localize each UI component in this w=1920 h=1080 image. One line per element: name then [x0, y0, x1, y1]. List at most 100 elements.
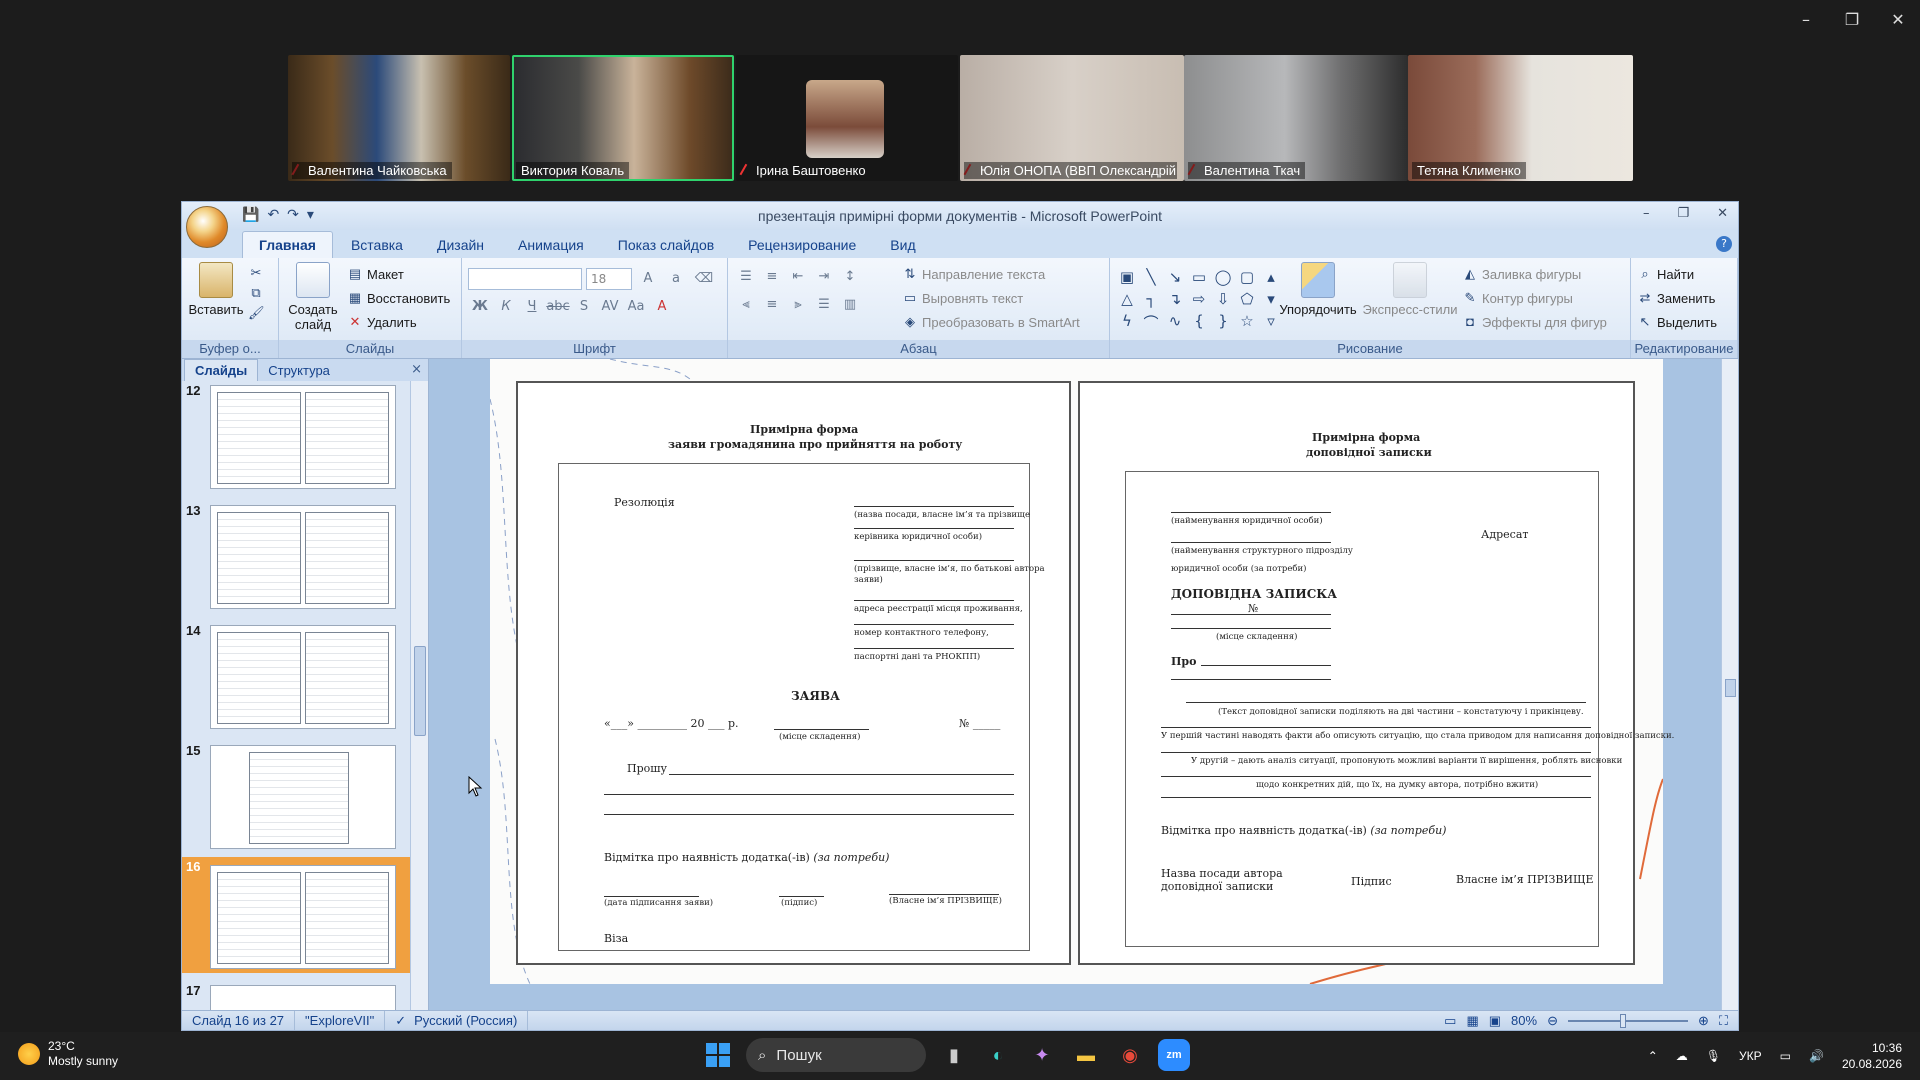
volume-icon[interactable]: 🔊 — [1809, 1049, 1824, 1063]
right-arrow-shape-icon[interactable]: ⇨ — [1188, 290, 1210, 308]
slideshow-view-icon[interactable]: ▣ — [1489, 1013, 1501, 1029]
panel-scrollbar[interactable] — [410, 381, 428, 1010]
align-center-icon[interactable]: ≡ — [760, 294, 784, 316]
scroll-thumb[interactable] — [414, 646, 426, 736]
canvas-scrollbar[interactable] — [1721, 359, 1738, 1010]
sorter-view-icon[interactable]: ▦ — [1466, 1013, 1478, 1029]
weather-widget[interactable]: 23°C Mostly sunny — [18, 1039, 118, 1069]
tab-home[interactable]: Главная — [242, 231, 333, 258]
left-brace-shape-icon[interactable]: { — [1188, 312, 1210, 333]
spacing-icon[interactable]: AV — [598, 296, 622, 318]
close-button[interactable]: ✕ — [1890, 10, 1906, 29]
video-tile-active-speaker[interactable]: Виктория Коваль — [512, 55, 734, 181]
curve-shape-icon[interactable]: ∿ — [1164, 312, 1186, 333]
tab-outline[interactable]: Структура — [258, 360, 340, 381]
textbox-shape-icon[interactable]: ▣ — [1116, 268, 1138, 286]
clock[interactable]: 10:36 20.08.2026 — [1842, 1040, 1902, 1072]
line-shape-icon[interactable]: ╲ — [1140, 268, 1162, 286]
select-button[interactable]: ↖ Выделить — [1637, 310, 1731, 334]
panel-close-icon[interactable]: × — [411, 362, 422, 377]
justify-icon[interactable]: ☰ — [812, 294, 836, 316]
chrome-icon[interactable]: ◉ — [1114, 1039, 1146, 1071]
bullets-icon[interactable]: ☰ — [734, 266, 758, 288]
slide-thumbnail[interactable]: 12 — [182, 381, 410, 489]
numbering-icon[interactable]: ≡ — [760, 266, 784, 288]
cut-icon[interactable]: ✂ — [248, 266, 264, 282]
arc-shape-icon[interactable]: ⌒ — [1140, 312, 1162, 333]
video-tile[interactable]: Валентина Чайковська — [288, 55, 510, 181]
language-indicator[interactable]: ✓ Русский (Россия) — [385, 1011, 529, 1030]
video-tile[interactable]: Валентина Ткач — [1184, 55, 1408, 181]
align-left-icon[interactable]: ⫷ — [734, 294, 758, 316]
ppt-restore-button[interactable]: ❐ — [1677, 206, 1689, 221]
file-explorer-icon[interactable]: ▬ — [1070, 1039, 1102, 1071]
italic-icon[interactable]: К — [494, 296, 518, 318]
oval-shape-icon[interactable]: ◯ — [1212, 268, 1234, 286]
customize-qat-icon[interactable]: ▾ — [307, 207, 314, 223]
chevron-up-icon[interactable]: ⌃ — [1648, 1049, 1658, 1063]
smartart-button[interactable]: ◈ Преобразовать в SmartArt — [902, 310, 1080, 334]
zoom-in-icon[interactable]: ⊕ — [1698, 1013, 1709, 1029]
minimize-button[interactable]: – — [1798, 10, 1814, 29]
office-button[interactable] — [186, 206, 228, 248]
align-right-icon[interactable]: ⫸ — [786, 294, 810, 316]
rectangle-shape-icon[interactable]: ▭ — [1188, 268, 1210, 286]
down-arrow-shape-icon[interactable]: ⇩ — [1212, 290, 1234, 308]
copy-icon[interactable]: ⧉ — [248, 286, 264, 302]
right-brace-shape-icon[interactable]: } — [1212, 312, 1234, 333]
bold-icon[interactable]: Ж — [468, 296, 492, 318]
taskbar-search[interactable]: ⌕ Пошук — [746, 1038, 926, 1072]
slide-thumbnail[interactable]: 13 — [182, 501, 410, 609]
zoom-slider[interactable] — [1567, 1013, 1688, 1028]
format-painter-icon[interactable]: 🖌 — [248, 306, 265, 322]
arrange-button[interactable]: Упорядочить — [1276, 262, 1360, 317]
slide-canvas[interactable]: Примірна форма заяви громадянина про при… — [429, 359, 1738, 1010]
redo-icon[interactable]: ↷ — [287, 207, 299, 223]
ppt-minimize-button[interactable]: – — [1643, 206, 1650, 221]
font-name-select[interactable] — [468, 268, 582, 290]
edge-icon[interactable]: ◐ — [982, 1039, 1014, 1071]
restore-button[interactable]: ❐ — [1844, 10, 1860, 29]
find-button[interactable]: ⌕ Найти — [1637, 262, 1731, 286]
zoom-knob[interactable] — [1619, 1013, 1626, 1028]
replace-button[interactable]: ⇄ Заменить — [1637, 286, 1731, 310]
zoom-level[interactable]: 80% — [1511, 1013, 1537, 1028]
microphone-icon[interactable]: 🎙 — [1706, 1049, 1721, 1063]
task-view-icon[interactable]: ▮ — [938, 1039, 970, 1071]
lightning-shape-icon[interactable]: ϟ — [1116, 312, 1138, 333]
layout-button[interactable]: ▤ Макет — [347, 262, 450, 286]
strikethrough-icon[interactable]: abc — [546, 296, 570, 318]
triangle-shape-icon[interactable]: △ — [1116, 290, 1138, 308]
pentagon-shape-icon[interactable]: ⬠ — [1236, 290, 1258, 308]
decrease-indent-icon[interactable]: ⇤ — [786, 266, 810, 288]
fit-window-icon[interactable]: ⛶ — [1719, 1013, 1728, 1029]
case-icon[interactable]: Aa — [624, 296, 648, 318]
quick-styles-button[interactable]: Экспресс-стили — [1362, 262, 1458, 317]
video-tile[interactable]: Ірина Баштовенко — [736, 55, 958, 181]
arrow-line-shape-icon[interactable]: ↘ — [1164, 268, 1186, 286]
zoom-app-icon[interactable]: zm — [1158, 1039, 1190, 1071]
save-icon[interactable]: 💾 — [242, 207, 259, 223]
language-indicator[interactable]: УКР — [1739, 1049, 1762, 1063]
reset-button[interactable]: ▦ Восстановить — [347, 286, 450, 310]
delete-slide-button[interactable]: ✕ Удалить — [347, 310, 450, 334]
undo-icon[interactable]: ↶ — [267, 207, 279, 223]
tab-animation[interactable]: Анимация — [502, 232, 600, 258]
slide-thumbnail[interactable]: 14 — [182, 621, 410, 729]
grow-font-icon[interactable]: A — [636, 268, 660, 290]
columns-icon[interactable]: ▥ — [838, 294, 862, 316]
zoom-out-icon[interactable]: ⊖ — [1547, 1013, 1558, 1029]
tab-view[interactable]: Вид — [874, 232, 931, 258]
tab-insert[interactable]: Вставка — [335, 232, 419, 258]
star-shape-icon[interactable]: ☆ — [1236, 312, 1258, 333]
help-icon[interactable]: ? — [1716, 236, 1732, 252]
slide-thumbnail[interactable]: 15 — [182, 741, 410, 849]
shrink-font-icon[interactable]: a — [664, 268, 688, 290]
tab-slides[interactable]: Слайды — [184, 359, 259, 381]
network-icon[interactable]: ▭ — [1780, 1049, 1791, 1063]
shadow-icon[interactable]: S — [572, 296, 596, 318]
underline-icon[interactable]: Ч — [520, 296, 544, 318]
scroll-thumb[interactable] — [1725, 679, 1736, 697]
start-button[interactable] — [702, 1039, 734, 1071]
shape-outline-button[interactable]: ✎ Контур фигуры — [1462, 286, 1607, 310]
